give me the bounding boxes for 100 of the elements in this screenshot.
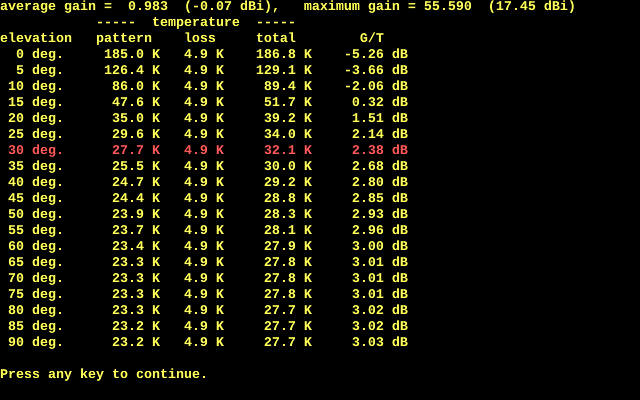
table-cell: 51.7 K (264, 96, 312, 112)
table-cell: 85 deg. (8, 320, 64, 336)
table-cell: 28.1 K (264, 224, 312, 240)
table-cell: 27.7 K (264, 304, 312, 320)
table-cell: 23.9 K (112, 208, 160, 224)
table-cell: 4.9 K (184, 304, 224, 320)
table-cell: 4.9 K (184, 224, 224, 240)
table-cell: 23.4 K (112, 240, 160, 256)
table-cell: 47.6 K (112, 96, 160, 112)
table-cell: 2.38 dB (352, 144, 408, 160)
table-cell: 2.68 dB (352, 160, 408, 176)
table-cell: 4.9 K (184, 272, 224, 288)
table-cell: 3.03 dB (352, 336, 408, 352)
table-cell: 1.51 dB (352, 112, 408, 128)
table-cell: 3.02 dB (352, 304, 408, 320)
table-cell: 23.2 K (112, 320, 160, 336)
table-cell: 3.00 dB (352, 240, 408, 256)
table-cell: 4.9 K (184, 112, 224, 128)
average-gain-text: average gain = 0.983 (-0.07 dBi), (0, 0, 280, 16)
table-cell: 80 deg. (8, 304, 64, 320)
table-cell: 2.14 dB (352, 128, 408, 144)
prompt-text: Press any key to continue. (0, 368, 208, 384)
table-cell: 24.7 K (112, 176, 160, 192)
table-cell: 129.1 K (256, 64, 312, 80)
column-header: total (256, 32, 296, 48)
table-cell: 4.9 K (184, 160, 224, 176)
table-cell: 29.2 K (264, 176, 312, 192)
table-cell: 30.0 K (264, 160, 312, 176)
column-header: elevation (0, 32, 72, 48)
table-cell: 29.6 K (112, 128, 160, 144)
rule-text: ----- (256, 16, 296, 32)
table-cell: 27.9 K (264, 240, 312, 256)
table-cell: 25.5 K (112, 160, 160, 176)
table-cell: 39.2 K (264, 112, 312, 128)
table-cell: 25 deg. (8, 128, 64, 144)
group-header: temperature (152, 16, 240, 32)
table-cell: 23.3 K (112, 288, 160, 304)
table-cell: 35.0 K (112, 112, 160, 128)
table-cell: 23.2 K (112, 336, 160, 352)
table-cell: 4.9 K (184, 128, 224, 144)
table-cell: 3.01 dB (352, 288, 408, 304)
table-cell: -5.26 dB (344, 48, 408, 64)
table-cell: 2.96 dB (352, 224, 408, 240)
table-cell: 20 deg. (8, 112, 64, 128)
table-cell: 30 deg. (8, 144, 64, 160)
table-cell: 65 deg. (8, 256, 64, 272)
table-cell: 28.3 K (264, 208, 312, 224)
table-cell: 23.7 K (112, 224, 160, 240)
rule-text: ----- (96, 16, 136, 32)
table-cell: 4.9 K (184, 176, 224, 192)
table-cell: 4.9 K (184, 320, 224, 336)
table-cell: 4.9 K (184, 64, 224, 80)
table-cell: -2.06 dB (344, 80, 408, 96)
maximum-gain-text: maximum gain = 55.590 (17.45 dBi) (304, 0, 576, 16)
table-cell: 4.9 K (184, 240, 224, 256)
table-cell: 32.1 K (264, 144, 312, 160)
table-cell: 86.0 K (112, 80, 160, 96)
table-cell: 10 deg. (8, 80, 64, 96)
table-cell: 4.9 K (184, 288, 224, 304)
table-cell: 89.4 K (264, 80, 312, 96)
table-cell: 23.3 K (112, 304, 160, 320)
table-cell: 90 deg. (8, 336, 64, 352)
table-cell: 4.9 K (184, 48, 224, 64)
table-cell: -3.66 dB (344, 64, 408, 80)
table-cell: 27.7 K (112, 144, 160, 160)
table-cell: 27.7 K (264, 336, 312, 352)
table-cell: 4.9 K (184, 336, 224, 352)
table-cell: 75 deg. (8, 288, 64, 304)
table-cell: 0.32 dB (352, 96, 408, 112)
table-cell: 3.01 dB (352, 256, 408, 272)
table-cell: 4.9 K (184, 192, 224, 208)
column-header: pattern (96, 32, 152, 48)
table-cell: 3.01 dB (352, 272, 408, 288)
table-cell: 4.9 K (184, 80, 224, 96)
table-cell: 3.02 dB (352, 320, 408, 336)
table-cell: 2.85 dB (352, 192, 408, 208)
table-cell: 70 deg. (8, 272, 64, 288)
table-cell: 35 deg. (8, 160, 64, 176)
table-cell: 186.8 K (256, 48, 312, 64)
table-cell: 0 deg. (16, 48, 64, 64)
table-cell: 15 deg. (8, 96, 64, 112)
table-cell: 27.8 K (264, 288, 312, 304)
table-cell: 40 deg. (8, 176, 64, 192)
table-cell: 27.8 K (264, 256, 312, 272)
column-header: G/T (360, 32, 384, 48)
table-cell: 50 deg. (8, 208, 64, 224)
table-cell: 24.4 K (112, 192, 160, 208)
table-cell: 55 deg. (8, 224, 64, 240)
table-cell: 60 deg. (8, 240, 64, 256)
table-cell: 27.7 K (264, 320, 312, 336)
table-cell: 185.0 K (104, 48, 160, 64)
table-cell: 5 deg. (16, 64, 64, 80)
table-cell: 28.8 K (264, 192, 312, 208)
column-header: loss (184, 32, 216, 48)
table-cell: 4.9 K (184, 256, 224, 272)
table-cell: 4.9 K (184, 208, 224, 224)
table-cell: 2.80 dB (352, 176, 408, 192)
table-cell: 126.4 K (104, 64, 160, 80)
table-cell: 45 deg. (8, 192, 64, 208)
table-cell: 23.3 K (112, 272, 160, 288)
